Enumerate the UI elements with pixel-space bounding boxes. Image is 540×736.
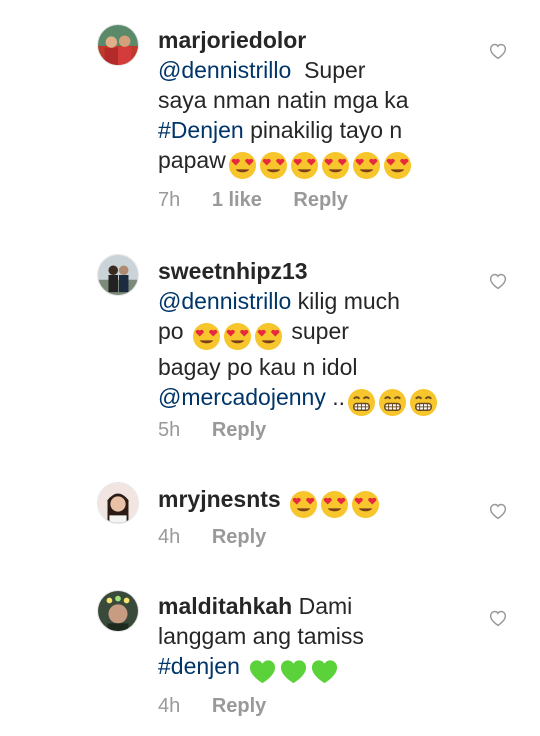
emoji-group	[228, 151, 414, 181]
comment-text-segment: papaw	[158, 147, 226, 173]
heart-eyes-emoji	[228, 151, 257, 180]
heart-outline-icon[interactable]	[488, 502, 508, 520]
comment-text: marjoriedolor @dennistrillo Super saya n…	[158, 25, 448, 181]
comment-time: 4h	[158, 695, 181, 717]
reply-button[interactable]: Reply	[212, 695, 266, 718]
heart-eyes-emoji	[290, 151, 319, 180]
heart-eyes-emoji	[352, 151, 381, 180]
comment-text-segment: langgam ang tamiss	[158, 623, 364, 649]
heart-outline-icon[interactable]	[488, 272, 508, 290]
hashtag-link[interactable]: #Denjen	[158, 117, 244, 143]
heart-eyes-emoji	[289, 490, 318, 519]
comment-text-segment: po	[158, 318, 190, 344]
grimacing-emoji	[378, 388, 407, 417]
comment-meta: 4h Reply	[158, 526, 292, 549]
comment-meta: 5h Reply	[158, 419, 292, 442]
comment-username[interactable]: malditahkah	[158, 593, 292, 619]
comment-text-segment: Dami	[292, 593, 353, 619]
mention-link[interactable]: @dennistrillo	[158, 288, 291, 314]
comment-meta: 4h Reply	[158, 695, 292, 718]
comment-text-segment: saya nman natin mga ka	[158, 87, 409, 113]
heart-eyes-emoji	[254, 322, 283, 351]
comment-time: 5h	[158, 419, 181, 441]
avatar[interactable]	[97, 590, 139, 632]
emoji-group	[347, 388, 440, 418]
heart-eyes-emoji	[383, 151, 412, 180]
heart-eyes-emoji	[223, 322, 252, 351]
emoji-group	[192, 322, 285, 352]
green-heart-emoji	[279, 657, 308, 686]
comment-time: 7h	[158, 189, 181, 211]
green-heart-emoji	[310, 657, 339, 686]
like-count-link[interactable]: 1 like	[212, 189, 262, 212]
comment-text: sweetnhipz13 @dennistrillo kilig much po…	[158, 256, 448, 418]
avatar[interactable]	[97, 24, 139, 66]
hashtag-link[interactable]: #denjen	[158, 653, 240, 679]
comment-meta: 7h 1 like Reply	[158, 189, 374, 212]
heart-eyes-emoji	[259, 151, 288, 180]
comment-text-segment: bagay po kau n idol	[158, 354, 358, 380]
comment-text-segment: ..	[325, 384, 345, 410]
comment-time: 4h	[158, 526, 181, 548]
comment-text: malditahkah Dami langgam ang tamiss #den…	[158, 591, 448, 687]
comment-text-segment: kilig much	[291, 288, 400, 314]
heart-eyes-emoji	[320, 490, 349, 519]
green-heart-emoji	[248, 657, 277, 686]
reply-button[interactable]: Reply	[212, 526, 266, 549]
emoji-group	[289, 490, 382, 520]
comment-username[interactable]: marjoriedolor	[158, 27, 306, 53]
comment-text: mryjnesnts	[158, 484, 448, 520]
grimacing-emoji	[347, 388, 376, 417]
comment-username[interactable]: sweetnhipz13	[158, 258, 308, 284]
comment-text-segment: pinakilig tayo n	[243, 117, 403, 143]
heart-eyes-emoji	[321, 151, 350, 180]
comment-username[interactable]: mryjnesnts	[158, 486, 281, 512]
heart-eyes-emoji	[351, 490, 380, 519]
heart-eyes-emoji	[192, 322, 221, 351]
reply-button[interactable]: Reply	[212, 419, 266, 442]
avatar[interactable]	[97, 254, 139, 296]
grimacing-emoji	[409, 388, 438, 417]
comment-text-segment: Super	[304, 57, 366, 83]
reply-button[interactable]: Reply	[293, 189, 347, 212]
heart-outline-icon[interactable]	[488, 609, 508, 627]
heart-outline-icon[interactable]	[488, 42, 508, 60]
avatar[interactable]	[97, 482, 139, 524]
comment-text-segment: super	[284, 318, 349, 344]
mention-link[interactable]: @mercadojenny	[158, 384, 326, 410]
emoji-group	[248, 657, 341, 687]
mention-link[interactable]: @dennistrillo	[158, 57, 291, 83]
